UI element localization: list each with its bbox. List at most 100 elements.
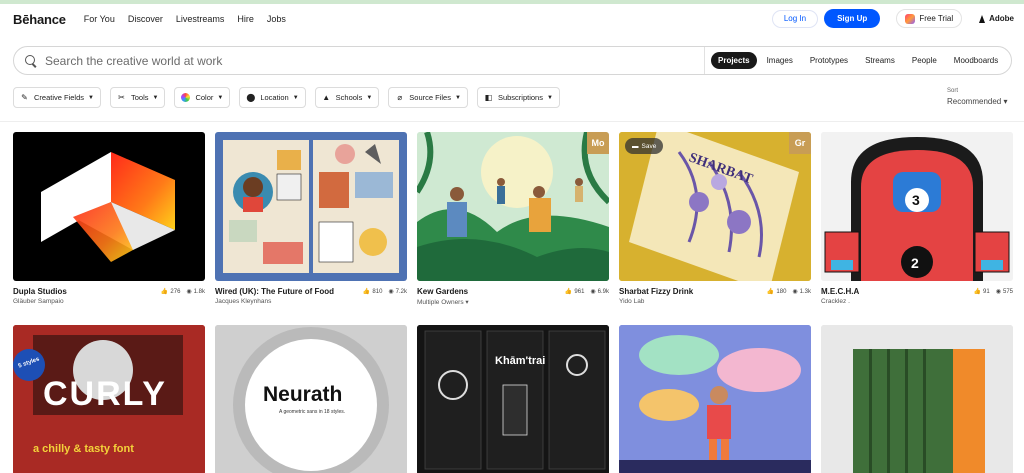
project-thumbnail[interactable]: Mo	[417, 132, 609, 281]
owner-badge: Gr	[789, 132, 811, 154]
chevron-down-icon: ▼	[292, 94, 299, 101]
sort-dropdown[interactable]: Sort Recommended ▾	[947, 88, 1008, 106]
chevron-down-icon: ▼	[88, 94, 94, 101]
project-stats: 👍 180 ◉ 1.3k	[767, 288, 811, 296]
scope-tab-moodboards[interactable]: Moodboards	[947, 52, 1005, 69]
project-owner[interactable]: Jacques Kleynhans	[215, 298, 407, 305]
project-card[interactable]: 5 styles CURLY a chilly & tasty font	[13, 325, 205, 473]
sort-label: Sort	[947, 88, 959, 94]
project-owner[interactable]: Yido Lab	[619, 298, 811, 305]
eye-icon: ◉	[186, 289, 192, 295]
free-trial-label: Free Trial	[919, 14, 954, 23]
filter-label: Source Files	[409, 93, 451, 102]
project-card[interactable]: Dupla Studios Gläuber Sampaio 👍 276 ◉ 1.8k	[13, 132, 205, 305]
scope-tab-people[interactable]: People	[905, 52, 944, 69]
color-wheel-icon	[181, 93, 191, 102]
chevron-down-icon: ▼	[454, 94, 461, 101]
like-count: 810	[372, 288, 383, 295]
project-thumbnail[interactable]	[821, 325, 1013, 473]
project-thumbnail[interactable]	[215, 132, 407, 281]
eye-icon: ◉	[995, 289, 1001, 295]
sort-value: Recommended ▾	[947, 97, 1008, 106]
project-thumbnail[interactable]	[13, 132, 205, 281]
project-card[interactable]	[821, 325, 1013, 473]
filter-creative-fields[interactable]: ✎ Creative Fields ▼	[13, 87, 101, 108]
view-count: 6.9k	[597, 288, 609, 295]
like-count: 180	[776, 288, 787, 295]
filter-label: Creative Fields	[34, 93, 85, 102]
search-icon	[25, 54, 37, 67]
login-button[interactable]: Log In	[771, 9, 819, 28]
project-thumbnail[interactable]: Khām'trai	[417, 325, 609, 473]
like-count: 961	[574, 288, 585, 295]
view-count: 1.3k	[799, 288, 811, 295]
project-owner[interactable]: Gläuber Sampaio	[13, 298, 205, 305]
project-stats: 👍 961 ◉ 6.9k	[565, 288, 609, 296]
project-thumbnail[interactable]: Neurath A geometric sans in 18 styles.	[215, 325, 407, 473]
filter-label: Subscriptions	[497, 93, 543, 102]
project-card[interactable]	[619, 325, 811, 473]
project-thumbnail[interactable]: 3 2	[821, 132, 1013, 281]
eye-icon: ◉	[792, 289, 798, 295]
chevron-down-icon: ▼	[217, 94, 224, 101]
filter-source-files[interactable]: ⌀ Source Files ▼	[388, 87, 468, 108]
filter-label: Tools	[130, 93, 149, 102]
behance-logo[interactable]: Bēhance	[13, 12, 66, 27]
filter-schools[interactable]: ▲ Schools ▼	[314, 87, 380, 108]
location-pin-icon: ⬤	[246, 93, 256, 102]
search-input[interactable]	[45, 53, 685, 68]
nav-link-jobs[interactable]: Jobs	[267, 14, 286, 24]
filter-tools[interactable]: ✂ Tools ▼	[109, 87, 166, 108]
scope-tab-images[interactable]: Images	[760, 52, 800, 69]
view-count: 1.8k	[193, 288, 205, 295]
project-owner[interactable]: Multiple Owners ▾	[417, 298, 609, 306]
project-thumbnail[interactable]: 5 styles CURLY a chilly & tasty font	[13, 325, 205, 473]
project-card[interactable]: Mo Kew Gardens Multiple Owners ▾ 👍 961 ◉ 6…	[417, 132, 609, 306]
scope-tab-projects[interactable]: Projects	[711, 52, 757, 69]
project-owner[interactable]: Cracklez .	[821, 298, 1013, 305]
nav-link-livestreams[interactable]: Livestreams	[176, 14, 225, 24]
project-card[interactable]: 3 2 M.E.C.H.A Cracklez . 👍 91 ◉ 575	[821, 132, 1013, 305]
divider	[0, 121, 1024, 122]
project-card[interactable]: Neurath A geometric sans in 18 styles.	[215, 325, 407, 473]
filter-label: Schools	[335, 93, 363, 102]
nav-link-hire[interactable]: Hire	[237, 14, 254, 24]
like-count: 276	[170, 288, 181, 295]
project-card[interactable]: SHARBAT Gr ▬ Save Sharbat Fizzy Drink Yi…	[619, 132, 811, 305]
project-stats: 👍 810 ◉ 7.2k	[362, 288, 407, 296]
filter-subscriptions[interactable]: ◧ Subscriptions ▼	[476, 87, 560, 108]
adobe-link[interactable]: Adobe	[978, 14, 1014, 23]
signup-button[interactable]: Sign Up	[824, 9, 881, 28]
project-card[interactable]: Wired (UK): The Future of Food Jacques K…	[215, 132, 407, 305]
scope-tab-streams[interactable]: Streams	[858, 52, 902, 69]
filter-location[interactable]: ⬤ Location ▼	[239, 87, 306, 108]
creative-cloud-icon	[905, 13, 916, 24]
save-button[interactable]: ▬ Save	[625, 138, 664, 154]
project-thumbnail[interactable]	[619, 325, 811, 473]
svg-text:2: 2	[911, 255, 919, 271]
project-thumbnail[interactable]: SHARBAT Gr ▬ Save	[619, 132, 811, 281]
nav-link-for-you[interactable]: For You	[84, 14, 115, 24]
curly-title: CURLY	[43, 375, 167, 413]
view-count: 575	[1002, 288, 1013, 295]
free-trial-button[interactable]: Free Trial	[896, 9, 963, 28]
chevron-down-icon: ▼	[366, 94, 373, 101]
thumbs-up-icon: 👍	[362, 289, 371, 295]
eye-icon: ◉	[590, 289, 596, 295]
palette-icon: ✎	[21, 93, 28, 102]
svg-text:3: 3	[912, 192, 920, 208]
top-nav: Bēhance For You Discover Livestreams Hir…	[0, 4, 1024, 34]
nav-actions: Log In Sign Up Free Trial Adobe	[771, 9, 1014, 28]
filter-label: Location	[260, 93, 289, 102]
paperclip-icon: ⌀	[397, 93, 403, 102]
scope-tab-prototypes[interactable]: Prototypes	[803, 52, 855, 69]
neurath-subtitle: A geometric sans in 18 styles.	[279, 409, 346, 415]
filter-color[interactable]: Color ▼	[174, 87, 231, 108]
adobe-label: Adobe	[989, 14, 1014, 23]
curly-subtitle: a chilly & tasty font	[33, 443, 134, 455]
project-card[interactable]: Khām'trai	[417, 325, 609, 473]
filter-label: Color	[195, 93, 214, 102]
project-stats: 👍 276 ◉ 1.8k	[161, 288, 205, 296]
neurath-title: Neurath	[263, 383, 343, 406]
nav-link-discover[interactable]: Discover	[128, 14, 163, 24]
